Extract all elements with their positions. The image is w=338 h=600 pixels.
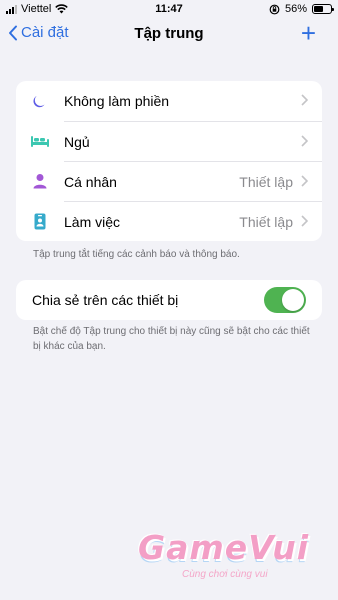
work-badge-icon <box>16 201 64 241</box>
person-icon <box>16 161 64 201</box>
chevron-right-icon <box>301 214 309 230</box>
gamevui-watermark-logo: GameVui Cùng chơi cùng vui <box>138 528 320 592</box>
focus-row-label: Làm việc <box>64 213 121 230</box>
status-right: 56% <box>269 3 334 15</box>
chevron-right-icon <box>301 134 309 150</box>
focus-row-label: Ngủ <box>64 133 90 150</box>
share-across-devices-toggle[interactable] <box>264 287 306 313</box>
focus-row-personal[interactable]: Cá nhân Thiết lập <box>16 161 322 201</box>
share-across-devices-label: Chia sẻ trên các thiết bị <box>32 292 179 308</box>
watermark-title: GameVui <box>138 528 310 567</box>
battery-icon <box>312 4 334 14</box>
bed-icon <box>16 121 64 161</box>
moon-icon <box>16 81 64 121</box>
battery-fill <box>314 6 323 12</box>
focus-row-work[interactable]: Làm việc Thiết lập <box>16 201 322 241</box>
focus-row-label: Cá nhân <box>64 173 117 190</box>
watermark-subtitle: Cùng chơi cùng vui <box>182 569 268 580</box>
focus-row-sleep[interactable]: Ngủ <box>16 121 322 161</box>
toggle-knob <box>282 289 304 311</box>
add-button[interactable]: + <box>301 20 316 46</box>
focus-row-label: Không làm phiền <box>64 93 170 109</box>
share-settings-group: Chia sẻ trên các thiết bị <box>16 280 322 320</box>
page-title: Tập trung <box>134 25 204 42</box>
battery-percent: 56% <box>284 3 307 15</box>
focus-row-do-not-disturb[interactable]: Không làm phiền <box>16 81 322 121</box>
chevron-right-icon <box>301 174 309 190</box>
status-bar: Viettel 11:47 56% <box>0 0 338 18</box>
navigation-bar: Cài đặt Tập trung + <box>0 18 338 52</box>
share-footnote: Bật chế độ Tập trung cho thiết bị này cũ… <box>33 326 310 352</box>
focus-row-value: Thiết lập <box>239 213 293 230</box>
focus-row-value: Thiết lập <box>239 173 293 190</box>
focus-footnote: Tập trung tắt tiếng các cảnh báo và thôn… <box>33 249 240 260</box>
share-across-devices-row: Chia sẻ trên các thiết bị <box>16 280 322 320</box>
chevron-right-icon <box>301 93 309 109</box>
focus-modes-list: Không làm phiền Ngủ Cá nhân Thiết lập Là… <box>16 81 322 241</box>
orientation-lock-icon <box>269 4 280 14</box>
